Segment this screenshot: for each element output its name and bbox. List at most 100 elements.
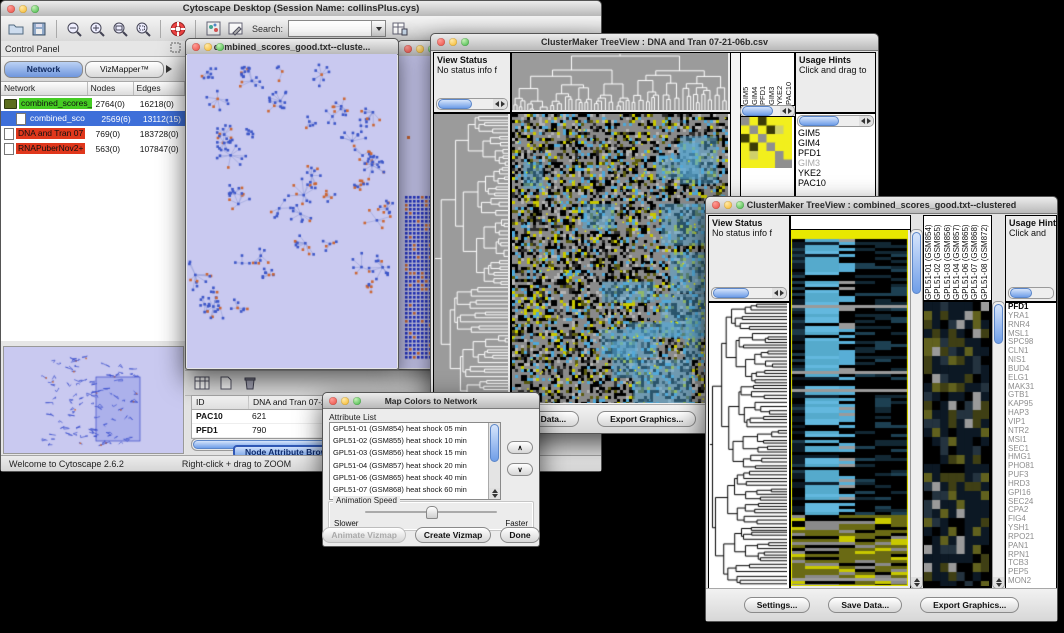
tab-network[interactable]: Network <box>4 61 83 78</box>
minimize-icon[interactable] <box>416 45 424 53</box>
vizmapper-icon[interactable] <box>204 20 222 38</box>
treeview-action-button[interactable]: Settings... <box>744 597 811 613</box>
zoom-heatmap-canvas[interactable] <box>924 302 989 586</box>
new-attribute-icon[interactable] <box>217 374 235 392</box>
scroll-up-icon[interactable] <box>996 578 1002 582</box>
treeview-action-button[interactable]: Export Graphics... <box>920 597 1019 613</box>
dialog-action-button[interactable]: Animate Vizmap <box>322 527 406 543</box>
scroll-up-icon[interactable] <box>914 578 920 582</box>
col-id[interactable]: ID <box>192 396 249 409</box>
zoom-out-icon[interactable] <box>65 20 83 38</box>
scroll-down-icon[interactable] <box>492 494 498 498</box>
zoom-icon[interactable] <box>461 38 469 46</box>
network-row[interactable]: combined_sco 2569(6) 13112(15) <box>1 111 185 126</box>
scroll-down-icon[interactable] <box>996 583 1002 587</box>
gene-label[interactable]: MON2 <box>1006 577 1056 586</box>
treeview-action-button[interactable]: Export Graphics... <box>597 411 696 427</box>
zoom-icon[interactable] <box>353 397 361 405</box>
tab-vizmapper[interactable]: VizMapper™ <box>85 61 164 78</box>
treeview-action-button[interactable]: Save Data... <box>828 597 902 613</box>
close-icon[interactable] <box>712 201 720 209</box>
zoom-in-icon[interactable] <box>88 20 106 38</box>
gene-label[interactable]: GIM5 <box>796 128 875 138</box>
scroll-right-icon[interactable] <box>867 118 871 124</box>
search-input[interactable] <box>289 21 371 36</box>
zoom-heatmap-canvas[interactable] <box>741 117 792 168</box>
search-dropdown-icon[interactable] <box>371 21 385 36</box>
gene-label[interactable]: PAC10 <box>796 178 875 188</box>
row-dendrogram[interactable] <box>434 114 508 403</box>
dialog-titlebar[interactable]: Map Colors to Network <box>323 393 539 409</box>
open-session-icon[interactable] <box>7 20 25 38</box>
scroll-left-icon[interactable] <box>495 101 499 107</box>
scroll-right-icon[interactable] <box>788 108 792 114</box>
minimize-icon[interactable] <box>724 201 732 209</box>
attribute-vscrollbar[interactable] <box>488 423 500 499</box>
tv2-vscrollbar[interactable] <box>910 229 923 589</box>
move-down-button[interactable]: ∨ <box>507 463 533 476</box>
row-dendrogram[interactable] <box>709 303 787 586</box>
select-attributes-icon[interactable] <box>193 374 211 392</box>
tv2-zoom-vscrollbar[interactable] <box>992 301 1005 589</box>
main-titlebar[interactable]: Cytoscape Desktop (Session Name: collins… <box>1 1 601 17</box>
scroll-left-icon[interactable] <box>861 118 865 124</box>
attribute-item[interactable]: GPL51-07 (GSM868) heat shock 60 min <box>330 484 500 496</box>
scroll-up-icon[interactable] <box>492 489 498 493</box>
network-overview-canvas[interactable] <box>4 347 181 451</box>
minimize-icon[interactable] <box>341 397 349 405</box>
dialog-action-button[interactable]: Done <box>500 527 539 543</box>
scroll-right-icon[interactable] <box>501 101 505 107</box>
help-lifering-icon[interactable] <box>169 20 187 38</box>
attribute-item[interactable]: GPL51-04 (GSM857) heat shock 20 min <box>330 460 500 472</box>
status-hscrollbar[interactable] <box>436 98 508 110</box>
annotation-icon[interactable] <box>227 20 245 38</box>
col-edges[interactable]: Edges <box>134 82 185 95</box>
attribute-item[interactable]: GPL51-06 (GSM865) heat shock 40 min <box>330 472 500 484</box>
attribute-item[interactable]: GPL51-03 (GSM856) heat shock 15 min <box>330 447 500 459</box>
zoom-fit-icon[interactable] <box>134 20 152 38</box>
attribute-item[interactable]: GPL51-01 (GSM854) heat shock 05 min <box>330 423 500 435</box>
network-row[interactable]: DNA and Tran 07 769(0) 183728(0) <box>1 126 185 141</box>
scroll-right-icon[interactable] <box>780 290 784 296</box>
gene-label[interactable]: GIM4 <box>796 138 875 148</box>
col-nodes[interactable]: Nodes <box>88 82 134 95</box>
tv2-titlebar[interactable]: ClusterMaker TreeView : combined_scores_… <box>706 197 1057 214</box>
close-icon[interactable] <box>404 45 412 53</box>
float-panel-icon[interactable] <box>170 42 181 55</box>
dialog-action-button[interactable]: Create Vizmap <box>415 527 491 543</box>
column-dendrogram[interactable] <box>512 53 728 110</box>
gene-label[interactable]: PFD1 <box>796 148 875 158</box>
delete-attribute-icon[interactable] <box>241 374 259 392</box>
network-row[interactable]: combined_scores_ 2764(0) 16218(0) <box>1 96 185 111</box>
hints-hscrollbar[interactable] <box>1008 287 1054 299</box>
zoom-icon[interactable] <box>31 5 39 13</box>
heatmap-canvas[interactable] <box>791 230 908 586</box>
net1-titlebar[interactable]: combined_scores_good.txt--cluste... <box>186 39 398 55</box>
minimize-icon[interactable] <box>19 5 27 13</box>
attribute-table-icon[interactable] <box>391 20 409 38</box>
zoom-icon[interactable] <box>736 201 744 209</box>
close-icon[interactable] <box>7 5 15 13</box>
scroll-left-icon[interactable] <box>774 290 778 296</box>
tab-overflow-icon[interactable] <box>166 65 182 73</box>
scroll-down-icon[interactable] <box>914 583 920 587</box>
minimize-icon[interactable] <box>449 38 457 46</box>
slider-thumb[interactable] <box>426 506 438 519</box>
tv1-titlebar[interactable]: ClusterMaker TreeView : DNA and Tran 07-… <box>431 34 878 51</box>
tv1-label-hscrollbar[interactable] <box>797 115 874 127</box>
zoom-selected-icon[interactable] <box>111 20 129 38</box>
col-network[interactable]: Network <box>1 82 88 95</box>
close-icon[interactable] <box>329 397 337 405</box>
speed-slider[interactable] <box>365 511 497 513</box>
move-up-button[interactable]: ∧ <box>507 441 533 454</box>
close-icon[interactable] <box>192 43 200 51</box>
zoom-icon[interactable] <box>216 43 224 51</box>
close-icon[interactable] <box>437 38 445 46</box>
scroll-left-icon[interactable] <box>782 108 786 114</box>
attribute-item[interactable]: GPL51-02 (GSM855) heat shock 10 min <box>330 435 500 447</box>
gene-label[interactable]: GIM3 <box>796 158 875 168</box>
save-session-icon[interactable] <box>30 20 48 38</box>
network-canvas[interactable] <box>187 54 397 367</box>
status-hscrollbar[interactable] <box>711 287 787 299</box>
minimize-icon[interactable] <box>204 43 212 51</box>
